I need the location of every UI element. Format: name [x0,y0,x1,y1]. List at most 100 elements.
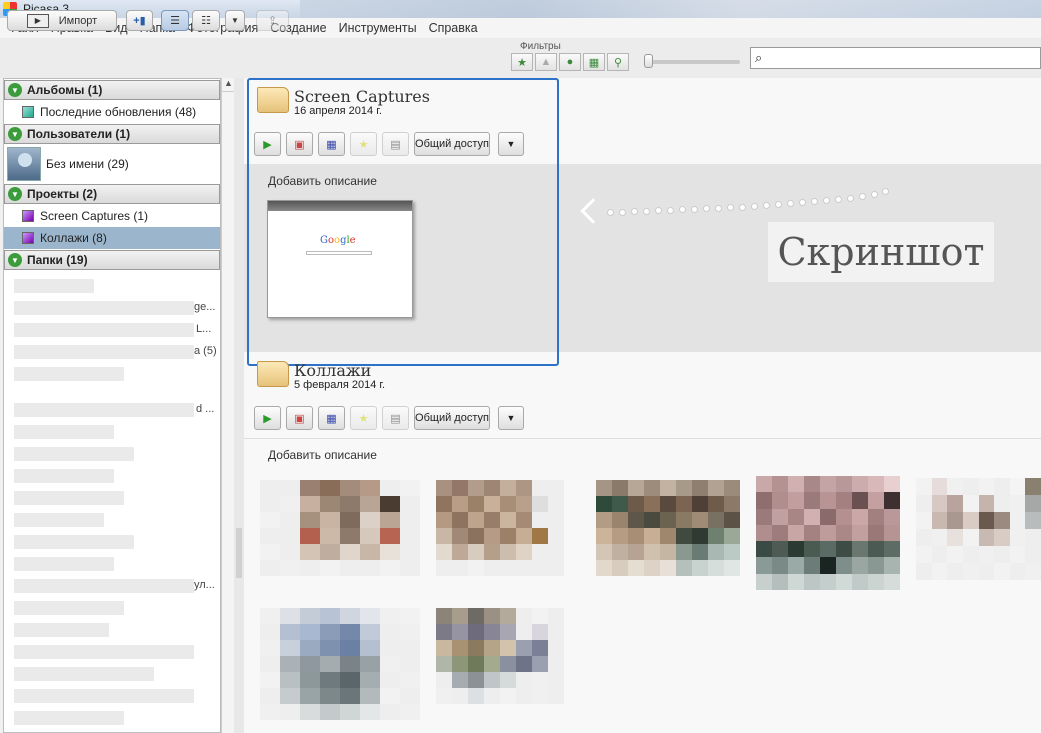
video-filter-icon[interactable]: ▦ [583,53,605,71]
date-filter-slider-track[interactable] [648,60,740,64]
slideshow-button[interactable]: ▶ [254,406,281,430]
panel-splitter[interactable] [234,78,244,733]
sidebar-item-collages[interactable]: Коллажи (8) [4,227,220,249]
list-item[interactable] [14,301,194,315]
list-item[interactable] [14,711,124,725]
list-view-button[interactable]: ☰ [161,10,189,31]
expand-arrow-icon[interactable]: ▼ [8,127,22,141]
list-view-icon: ☰ [170,15,180,27]
list-item[interactable] [14,425,114,439]
title-bar: Picasa 3 [0,0,1041,18]
filters-label: Фильтры [520,41,561,52]
users-section-header[interactable]: ▼ Пользователи (1) [4,124,220,144]
album-view: Screen Captures 16 апреля 2014 г. ▶ ▣ ▦ … [244,78,1041,733]
sidebar-item-unnamed-user[interactable]: Без имени (29) [4,145,220,183]
upload-filter-icon[interactable]: ▲ [535,53,557,71]
collage-thumbnail[interactable] [436,480,564,576]
divider [244,438,1041,439]
add-description[interactable]: Добавить описание [268,448,377,462]
expand-arrow-icon[interactable]: ▼ [8,83,22,97]
add-album-icon: +▮ [133,15,146,27]
collage-thumbnail[interactable] [436,608,564,704]
geo-filter-icon[interactable]: ⚲ [607,53,629,71]
selection-highlight [247,78,559,366]
import-button[interactable]: ▶ Импорт [7,10,117,31]
sidebar-scrollbar[interactable]: ▲ [221,78,235,733]
arrow-head-icon [580,198,606,224]
movie-button[interactable]: ▣ [286,406,313,430]
folder-label-fragment: a (5) [194,345,217,357]
collage-thumbnail[interactable] [260,608,420,720]
list-item[interactable] [14,403,194,417]
list-item[interactable] [14,367,124,381]
list-item[interactable] [14,535,134,549]
blurred-taskbar [300,0,1041,18]
play-icon: ▶ [263,412,272,425]
list-item[interactable] [14,345,194,359]
people-filter-icon[interactable]: ● [559,53,581,71]
list-item[interactable] [14,279,94,293]
collage-thumbnail[interactable] [756,476,900,590]
share-button[interactable]: Общий доступ [414,406,490,430]
menu-bar: Файл Правка Вид Папка Фотография Создани… [0,18,1041,38]
collage-thumbnail[interactable] [596,480,740,576]
star-filter-icon[interactable]: ★ [511,53,533,71]
search-icon: ⌕ [755,50,763,65]
movie-icon: ▣ [294,412,305,425]
star-icon: ★ [358,412,369,425]
folder-label-fragment: L... [196,323,212,335]
folder-label-fragment: ge... [194,301,216,313]
camera-icon: ▶ [26,13,49,28]
star-button[interactable]: ★ [350,406,377,430]
list-item[interactable] [14,689,194,703]
project-icon [22,232,34,244]
collage-thumbnail[interactable] [260,480,420,576]
list-item[interactable] [14,601,124,615]
tree-view-button[interactable]: ☷ [192,10,220,31]
albums-section-header[interactable]: ▼ Альбомы (1) [4,80,220,100]
share-upload-button[interactable]: ⇪ [256,10,289,31]
list-item[interactable] [14,623,109,637]
blurred-folder-list: ge... L... a (5) d ... ул... [4,271,220,732]
library-sidebar: ▼ Альбомы (1) Последние обновления (48) … [3,78,221,733]
expand-arrow-icon[interactable]: ▼ [8,187,22,201]
collage-thumbnail[interactable] [916,478,1041,580]
tree-view-icon: ☷ [201,15,211,27]
list-item[interactable] [14,469,114,483]
view-dropdown-button[interactable]: ▼ [225,10,245,31]
menu-tools[interactable]: Инструменты [333,21,423,35]
search-input[interactable]: ⌕ [750,47,1041,69]
upload-icon: ⇪ [267,15,278,27]
save-icon: ▤ [390,412,401,425]
share-dropdown-button[interactable]: ▼ [498,406,524,430]
annotation-label: Скриншот [768,222,994,282]
album-title[interactable]: Коллажи [294,361,371,380]
save-button[interactable]: ▤ [382,406,409,430]
chevron-down-icon: ▼ [231,16,239,25]
list-item[interactable] [14,447,134,461]
splitter-grip[interactable] [236,528,242,578]
folder-label-fragment: ул... [194,579,215,591]
album-actions: ▶ ▣ ▦ ★ ▤ Общий доступ [254,406,490,430]
list-item[interactable] [14,491,124,505]
list-item[interactable] [14,667,154,681]
folders-section-header[interactable]: ▼ Папки (19) [4,250,220,270]
collage-button[interactable]: ▦ [318,406,345,430]
add-album-button[interactable]: +▮ [126,10,153,31]
list-item[interactable] [14,513,104,527]
list-item[interactable] [14,557,114,571]
sidebar-item-recent-updates[interactable]: Последние обновления (48) [4,101,220,123]
avatar [7,147,41,181]
list-item[interactable] [14,645,194,659]
list-item[interactable] [14,323,194,337]
project-icon [22,210,34,222]
expand-arrow-icon[interactable]: ▼ [8,253,22,267]
collage-icon: ▦ [326,412,337,425]
list-item[interactable] [14,579,194,593]
date-filter-slider-knob[interactable] [644,54,653,68]
album-date: 5 февраля 2014 г. [294,379,386,391]
projects-section-header[interactable]: ▼ Проекты (2) [4,184,220,204]
chevron-down-icon: ▼ [506,413,516,423]
sidebar-item-screen-captures[interactable]: Screen Captures (1) [4,205,220,227]
menu-help[interactable]: Справка [423,21,484,35]
